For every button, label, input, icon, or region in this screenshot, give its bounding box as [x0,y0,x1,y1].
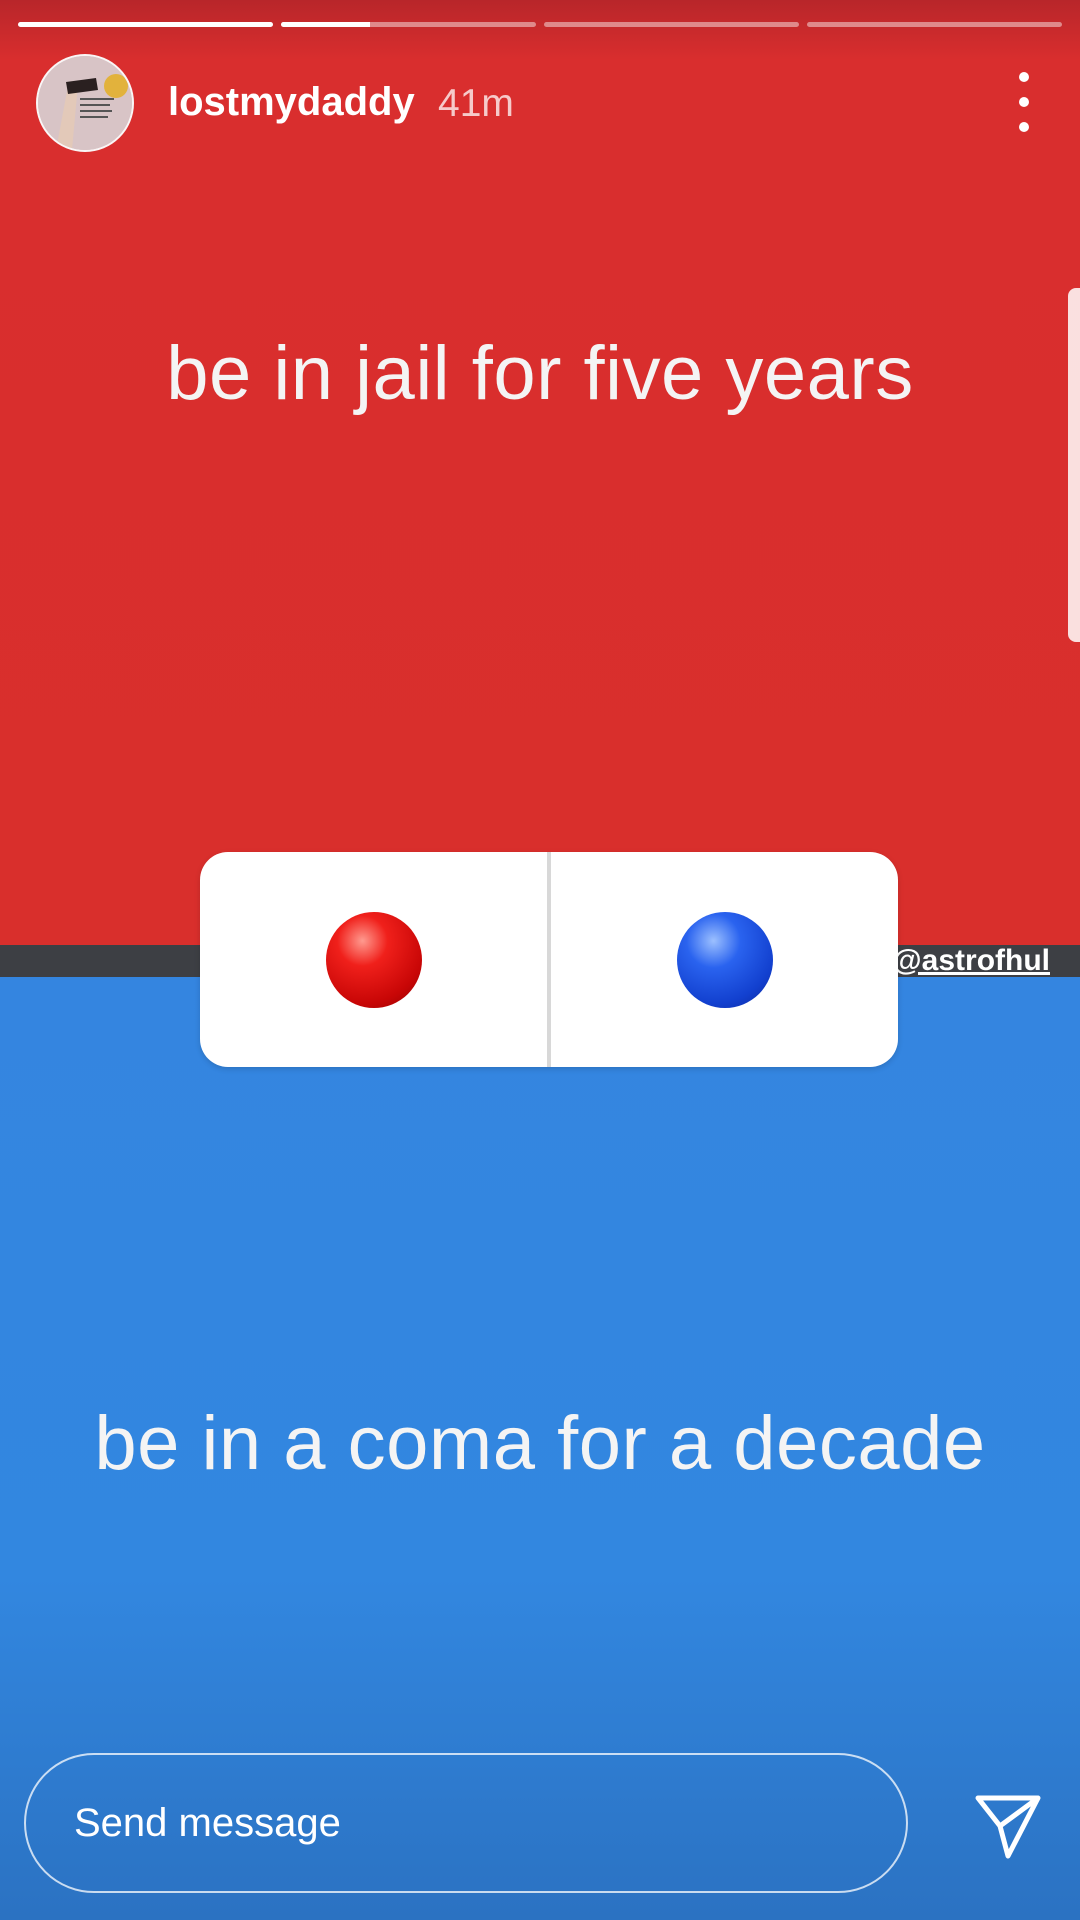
poll-sticker [200,852,898,1067]
story-progress [18,22,1062,27]
send-message-input[interactable]: Send message [24,1753,908,1893]
credit-text: @astrofhul [892,944,1050,977]
progress-segment [18,22,273,27]
poll-option-blue[interactable] [551,852,898,1067]
option-bottom-text: be in a coma for a decade [94,1401,986,1486]
story-view: @astrofhul be in jail for five years be … [0,0,1080,1920]
option-top-text: be in jail for five years [166,331,914,416]
paper-plane-icon[interactable] [972,1790,1044,1862]
story-header: lostmydaddy 41m [36,54,1044,152]
send-message-placeholder: Send message [74,1801,341,1845]
username[interactable]: lostmydaddy [168,80,415,125]
progress-segment [544,22,799,27]
progress-segment [281,22,536,27]
timestamp: 41m [438,82,514,125]
vertical-dots-icon[interactable] [1004,72,1044,132]
red-ball-icon [325,911,422,1008]
progress-fill [18,22,273,27]
poll-option-red[interactable] [200,852,547,1067]
blue-ball-icon [676,911,773,1008]
side-handle [1068,288,1080,642]
progress-segment [807,22,1062,27]
avatar[interactable] [36,54,134,152]
progress-fill [281,22,371,27]
